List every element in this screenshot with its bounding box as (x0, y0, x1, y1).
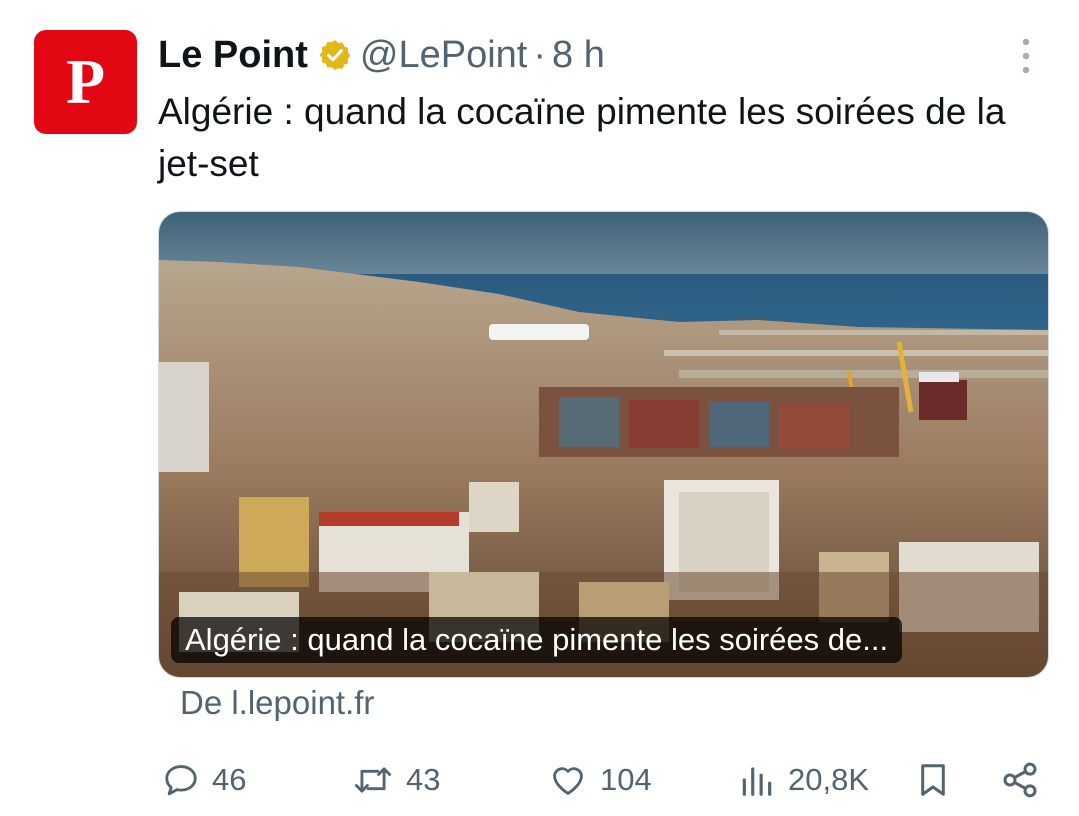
like-count: 104 (600, 762, 652, 797)
author-avatar[interactable]: P (34, 30, 137, 134)
retweet-count: 43 (406, 762, 441, 797)
retweet-icon (352, 761, 394, 799)
avatar-logo-letter: P (65, 46, 106, 117)
tweet-header: Le Point @LePoint · 8 h (158, 32, 605, 78)
views-chart-icon (738, 761, 776, 799)
heart-icon (548, 761, 588, 799)
share-icon (1000, 760, 1040, 800)
bookmark-icon (914, 760, 952, 800)
link-card[interactable]: Algérie : quand la cocaïne pimente les s… (158, 211, 1049, 678)
card-source-domain[interactable]: De l.lepoint.fr (180, 684, 374, 722)
author-handle[interactable]: @LePoint (360, 34, 527, 77)
bookmark-button[interactable] (914, 752, 952, 808)
reply-count: 46 (212, 762, 247, 797)
retweet-button[interactable]: 43 (352, 752, 440, 808)
reply-button[interactable]: 46 (162, 752, 246, 808)
verified-badge-icon[interactable] (318, 38, 352, 72)
tweet-timestamp[interactable]: 8 h (552, 34, 605, 77)
views-count: 20,8K (788, 762, 870, 797)
reply-icon (162, 761, 200, 799)
more-vertical-icon[interactable] (1014, 36, 1038, 76)
card-photo-port-city (159, 212, 1048, 677)
like-button[interactable]: 104 (548, 752, 652, 808)
card-caption[interactable]: Algérie : quand la cocaïne pimente les s… (171, 617, 903, 663)
share-button[interactable] (1000, 752, 1040, 808)
author-name[interactable]: Le Point (158, 34, 308, 77)
views-button[interactable]: 20,8K (738, 752, 869, 808)
tweet-actions-bar: 46 43 104 20,8K (0, 752, 1079, 808)
separator-dot: · (533, 33, 547, 76)
tweet-text: Algérie : quand la cocaïne pimente les s… (158, 91, 1006, 184)
